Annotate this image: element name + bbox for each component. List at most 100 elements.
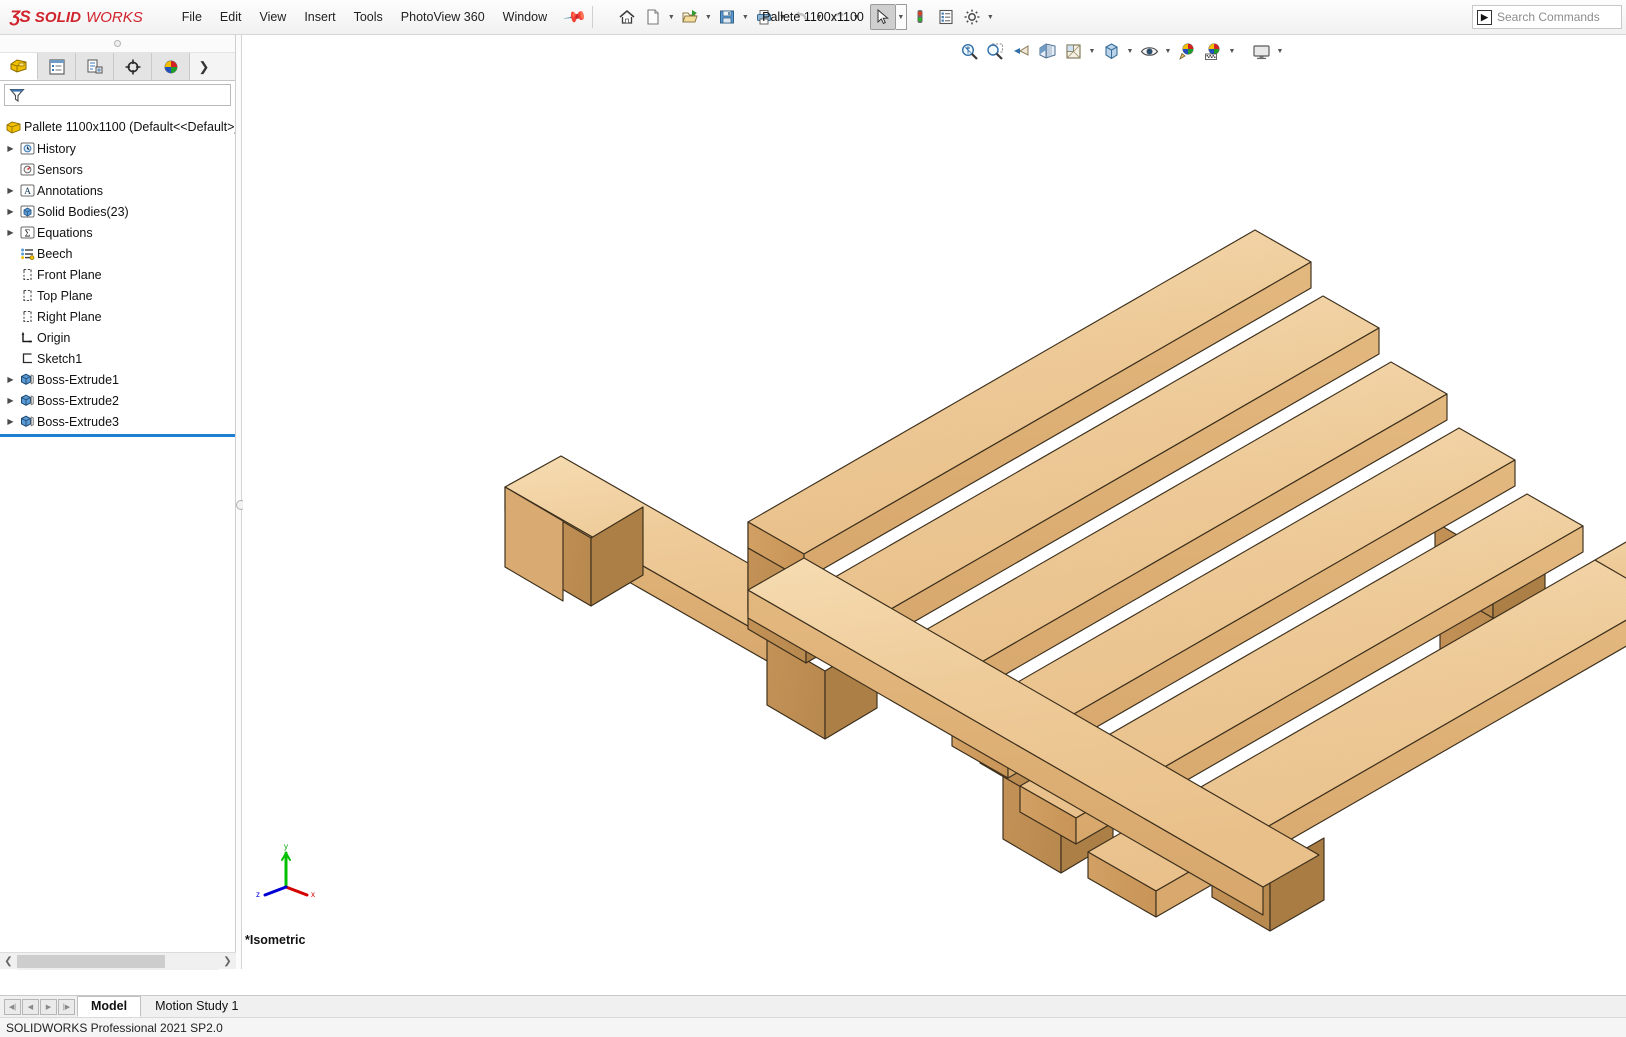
save-dropdown[interactable]: ▼ xyxy=(740,4,751,30)
pushpin-icon[interactable]: 📌 xyxy=(563,4,589,30)
tree-root-part[interactable]: Pallete 1100x1100 (Default<<Default>_D xyxy=(0,116,235,138)
home-button[interactable] xyxy=(614,4,640,30)
tree-item-top-plane[interactable]: Top Plane xyxy=(0,285,235,306)
standard-toolbar: ▼ ▼ ▼ ▼ ▼ ▼ ▼ ▼ xyxy=(614,0,996,34)
zoom-to-area-button[interactable] xyxy=(982,38,1008,64)
expand-arrow-icon[interactable]: ▶ xyxy=(4,186,17,195)
save-floppy-icon xyxy=(719,10,734,24)
file-properties-button[interactable] xyxy=(933,4,959,30)
apply-scene-button[interactable] xyxy=(1200,38,1226,64)
first-tab-button[interactable]: ◀| xyxy=(4,999,21,1015)
open-folder-icon xyxy=(682,10,698,23)
previous-view-button[interactable] xyxy=(1008,38,1034,64)
undo-dropdown[interactable]: ▼ xyxy=(814,4,825,30)
print-dropdown[interactable]: ▼ xyxy=(777,4,788,30)
expand-arrow-icon[interactable]: ▶ xyxy=(4,375,17,384)
redo-dropdown[interactable]: ▼ xyxy=(851,4,862,30)
tree-item-sketch1[interactable]: Sketch1 xyxy=(0,348,235,369)
view-settings-dropdown[interactable]: ▼ xyxy=(1274,38,1286,64)
tree-item-boss-extrude3[interactable]: ▶ Boss-Extrude3 xyxy=(0,411,235,432)
status-text: SOLIDWORKS Professional 2021 SP2.0 xyxy=(6,1020,223,1035)
open-button[interactable] xyxy=(677,4,703,30)
rollback-bar[interactable] xyxy=(0,434,235,437)
options-button[interactable] xyxy=(959,4,985,30)
zoom-to-fit-button[interactable] xyxy=(956,38,982,64)
tree-item-boss-extrude2[interactable]: ▶ Boss-Extrude2 xyxy=(0,390,235,411)
configuration-manager-tab[interactable] xyxy=(76,53,114,80)
select-dropdown[interactable]: ▼ xyxy=(895,4,907,30)
property-manager-tab[interactable] xyxy=(38,53,76,80)
view-orientation-dropdown[interactable]: ▼ xyxy=(1086,38,1098,64)
scroll-thumb[interactable] xyxy=(17,954,165,968)
tree-item-annotations[interactable]: ▶ A Annotations xyxy=(0,180,235,201)
panel-collapse-bar[interactable] xyxy=(0,35,235,53)
menu-file[interactable]: File xyxy=(173,6,211,28)
scroll-right-icon[interactable]: ❯ xyxy=(219,953,236,970)
last-tab-button[interactable]: |▶ xyxy=(58,999,75,1015)
search-commands-placeholder: Search Commands xyxy=(1497,10,1600,24)
menu-tools[interactable]: Tools xyxy=(345,6,392,28)
tab-motion-study-1[interactable]: Motion Study 1 xyxy=(141,996,252,1017)
tree-item-front-plane[interactable]: Front Plane xyxy=(0,264,235,285)
panel-handle-dot[interactable] xyxy=(114,40,121,47)
menu-view[interactable]: View xyxy=(250,6,295,28)
tree-item-material[interactable]: Beech xyxy=(0,243,235,264)
display-style-dropdown[interactable]: ▼ xyxy=(1124,38,1136,64)
rebuild-button[interactable] xyxy=(907,4,933,30)
menu-edit[interactable]: Edit xyxy=(211,6,251,28)
scroll-track[interactable] xyxy=(17,952,219,970)
menu-insert[interactable]: Insert xyxy=(295,6,344,28)
ds-logo-mark: ƷS xyxy=(10,7,31,26)
tree-item-equations[interactable]: ▶ Σ Equations xyxy=(0,222,235,243)
display-style-button[interactable] xyxy=(1098,38,1124,64)
section-view-button[interactable] xyxy=(1034,38,1060,64)
feature-tree-tab[interactable] xyxy=(0,53,38,80)
view-settings-button[interactable] xyxy=(1248,38,1274,64)
tree-item-label: Equations xyxy=(37,225,93,240)
expand-arrow-icon[interactable]: ▶ xyxy=(4,417,17,426)
expand-arrow-icon[interactable]: ▶ xyxy=(4,144,17,153)
tree-item-solid-bodies[interactable]: ▶ Solid Bodies(23) xyxy=(0,201,235,222)
view-orientation-button[interactable] xyxy=(1060,38,1086,64)
menu-window[interactable]: Window xyxy=(494,6,556,28)
hide-show-dropdown[interactable]: ▼ xyxy=(1162,38,1174,64)
expand-arrow-icon[interactable]: ▶ xyxy=(4,228,17,237)
next-tab-button[interactable]: ▶ xyxy=(40,999,57,1015)
more-tabs-chevron-icon[interactable]: ❯ xyxy=(190,53,218,80)
tree-item-origin[interactable]: Origin xyxy=(0,327,235,348)
tree-item-right-plane[interactable]: Right Plane xyxy=(0,306,235,327)
expand-arrow-icon[interactable]: ▶ xyxy=(4,396,17,405)
scroll-left-icon[interactable]: ❮ xyxy=(0,953,17,970)
tree-horizontal-scrollbar[interactable]: ❮ ❯ xyxy=(0,952,236,970)
main-menu: File Edit View Insert Tools PhotoView 36… xyxy=(173,0,588,34)
panel-splitter[interactable] xyxy=(236,35,246,969)
search-commands-box[interactable]: ▶ Search Commands xyxy=(1472,5,1622,29)
view-orientation-label: *Isometric xyxy=(245,933,306,947)
edit-appearance-button[interactable] xyxy=(1174,38,1200,64)
hide-show-items-button[interactable] xyxy=(1136,38,1162,64)
tab-model[interactable]: Model xyxy=(77,996,142,1017)
new-document-dropdown[interactable]: ▼ xyxy=(666,4,677,30)
tree-item-boss-extrude1[interactable]: ▶ Boss-Extrude1 xyxy=(0,369,235,390)
display-manager-tab[interactable] xyxy=(152,53,190,80)
tree-item-label: Boss-Extrude2 xyxy=(37,393,119,408)
menu-photoview-360[interactable]: PhotoView 360 xyxy=(392,6,494,28)
apply-scene-dropdown[interactable]: ▼ xyxy=(1226,38,1238,64)
print-button[interactable] xyxy=(751,4,777,30)
graphics-area[interactable]: y x z *Isometric xyxy=(243,67,1626,969)
dimxpert-manager-tab[interactable] xyxy=(114,53,152,80)
select-button[interactable] xyxy=(869,4,896,30)
redo-button[interactable] xyxy=(825,4,851,30)
tree-filter-input[interactable] xyxy=(4,84,231,106)
tree-item-sensors[interactable]: Sensors xyxy=(0,159,235,180)
undo-button[interactable] xyxy=(788,4,814,30)
new-document-button[interactable] xyxy=(640,4,666,30)
options-dropdown[interactable]: ▼ xyxy=(985,4,996,30)
expand-arrow-icon[interactable]: ▶ xyxy=(4,207,17,216)
previous-tab-button[interactable]: ◀ xyxy=(22,999,39,1015)
boss-extrude-icon xyxy=(17,393,37,408)
history-clock-icon xyxy=(17,141,37,156)
open-dropdown[interactable]: ▼ xyxy=(703,4,714,30)
tree-item-history[interactable]: ▶ History xyxy=(0,138,235,159)
save-button[interactable] xyxy=(714,4,740,30)
